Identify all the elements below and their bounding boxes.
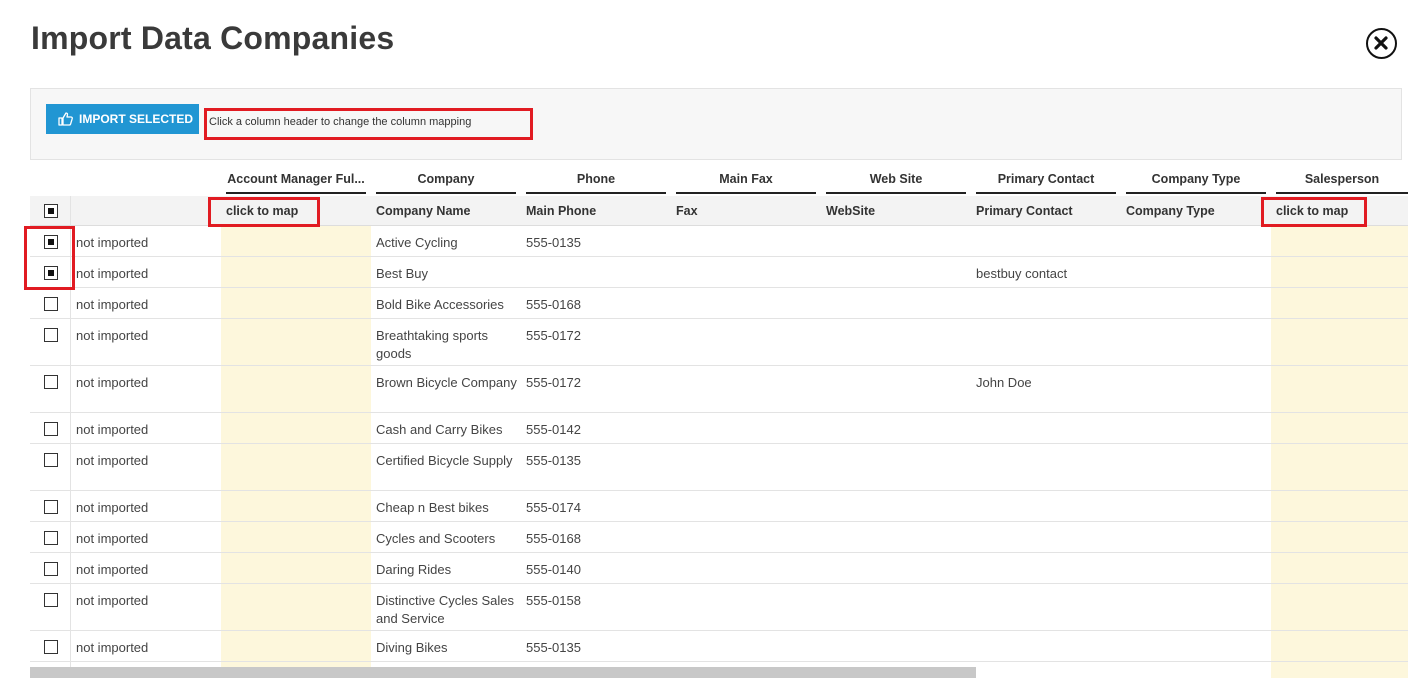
row-checkbox[interactable] (44, 640, 58, 654)
row-phone: 555-0142 (526, 422, 581, 437)
annotation-box-map-account-manager (208, 197, 320, 227)
row-status: not imported (76, 422, 149, 437)
import-selected-label: IMPORT SELECTED (79, 112, 194, 126)
table-row: not imported Breathtaking sports goods 5… (30, 319, 1408, 366)
table-row: not imported Bold Bike Accessories 555-0… (30, 288, 1408, 319)
thumbs-up-icon (58, 112, 73, 126)
table-row: not imported Distinctive Cycles Sales an… (30, 584, 1408, 631)
row-status: not imported (76, 562, 149, 577)
row-phone: 555-0135 (526, 453, 581, 468)
row-company: Daring Rides (376, 562, 452, 577)
row-checkbox[interactable] (44, 453, 58, 467)
row-status: not imported (76, 453, 149, 468)
row-phone: 555-0135 (526, 235, 581, 250)
row-company: Diving Bikes (376, 640, 448, 655)
column-header-phone[interactable]: Phone (526, 172, 666, 194)
row-status: not imported (76, 375, 149, 390)
row-checkbox[interactable] (44, 297, 58, 311)
mapping-primary-contact[interactable]: Primary Contact (976, 204, 1073, 218)
annotation-box-hint (204, 108, 533, 140)
row-status: not imported (76, 297, 149, 312)
row-company: Cycles and Scooters (376, 531, 496, 546)
mapping-company[interactable]: Company Name (376, 204, 470, 218)
row-checkbox[interactable] (44, 375, 58, 389)
row-checkbox[interactable] (44, 328, 58, 342)
row-company: Brown Bicycle Company (376, 375, 517, 390)
row-contact: John Doe (976, 375, 1032, 390)
table-row: not imported Active Cycling 555-0135 (30, 226, 1408, 257)
row-phone: 555-0172 (526, 375, 581, 390)
row-status: not imported (76, 328, 149, 343)
row-phone: 555-0158 (526, 593, 581, 608)
table-row: not imported Cycles and Scooters 555-016… (30, 522, 1408, 553)
column-header-company[interactable]: Company (376, 172, 516, 194)
column-header-main-fax[interactable]: Main Fax (676, 172, 816, 194)
row-phone: 555-0168 (526, 297, 581, 312)
close-button[interactable] (1366, 28, 1397, 59)
close-icon (1374, 36, 1388, 50)
row-status: not imported (76, 640, 149, 655)
column-header-primary-contact[interactable]: Primary Contact (976, 172, 1116, 194)
row-phone: 555-0172 (526, 328, 581, 343)
import-selected-button[interactable]: IMPORT SELECTED (46, 104, 199, 134)
row-company: Certified Bicycle Supply (376, 453, 513, 468)
import-grid: Account Manager Ful... Company Phone Mai… (30, 160, 1408, 678)
row-checkbox[interactable] (44, 562, 58, 576)
row-contact: bestbuy contact (976, 266, 1068, 281)
table-row: not imported Cheap n Best bikes 555-0174 (30, 491, 1408, 522)
row-status: not imported (76, 500, 149, 515)
row-checkbox[interactable] (44, 500, 58, 514)
row-status: not imported (76, 593, 149, 608)
row-company: Best Buy (376, 266, 429, 281)
column-header-web-site[interactable]: Web Site (826, 172, 966, 194)
row-company: Breathtaking sports goods (376, 328, 489, 361)
row-status: not imported (76, 531, 149, 546)
mapping-web-site[interactable]: WebSite (826, 204, 875, 218)
horizontal-scrollbar[interactable] (30, 667, 976, 678)
mapping-main-fax[interactable]: Fax (676, 204, 698, 218)
row-checkbox[interactable] (44, 422, 58, 436)
column-header-salesperson[interactable]: Salesperson (1276, 172, 1408, 194)
row-phone: 555-0174 (526, 500, 581, 515)
annotation-box-checked-rows (24, 226, 75, 290)
table-row: not imported Best Buy bestbuy contact (30, 257, 1408, 288)
table-row: not imported Diving Bikes 555-0135 (30, 631, 1408, 662)
row-phone: 555-0140 (526, 562, 581, 577)
row-checkbox[interactable] (44, 531, 58, 545)
column-header-account-manager[interactable]: Account Manager Ful... (226, 172, 366, 194)
page-title: Import Data Companies (31, 20, 395, 56)
row-status: not imported (76, 235, 149, 250)
mapping-company-type[interactable]: Company Type (1126, 204, 1215, 218)
table-row: not imported Brown Bicycle Company 555-0… (30, 366, 1408, 413)
row-phone: 555-0135 (526, 640, 581, 655)
row-company: Cheap n Best bikes (376, 500, 489, 515)
table-row: not imported Certified Bicycle Supply 55… (30, 444, 1408, 491)
select-all-checkbox[interactable] (44, 204, 58, 218)
row-company: Distinctive Cycles Sales and Service (376, 593, 514, 626)
column-header-company-type[interactable]: Company Type (1126, 172, 1266, 194)
mapping-phone[interactable]: Main Phone (526, 204, 596, 218)
row-company: Bold Bike Accessories (376, 297, 504, 312)
row-checkbox[interactable] (44, 593, 58, 607)
table-row: not imported Daring Rides 555-0140 (30, 553, 1408, 584)
table-row: not imported Cash and Carry Bikes 555-01… (30, 413, 1408, 444)
annotation-box-map-salesperson (1261, 197, 1367, 227)
row-phone: 555-0168 (526, 531, 581, 546)
row-status: not imported (76, 266, 149, 281)
row-company: Cash and Carry Bikes (376, 422, 503, 437)
row-company: Active Cycling (376, 235, 458, 250)
